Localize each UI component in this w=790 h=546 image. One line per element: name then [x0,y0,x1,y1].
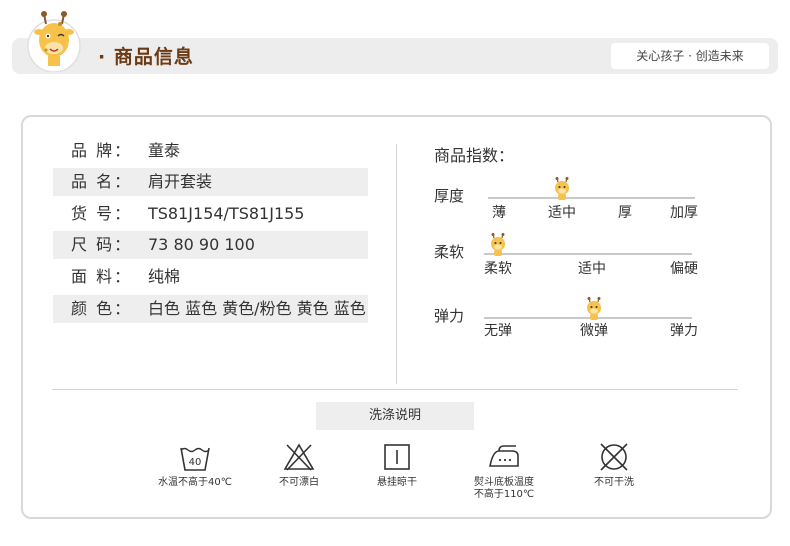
scale-marker-icon [583,297,605,321]
info-value: 白色 蓝色 黄色/粉色 黄色 蓝色 [148,299,366,318]
care-title: 洗涤说明 [316,402,474,430]
info-value: 73 80 90 100 [148,235,255,254]
scale-tick-label: 微弹 [580,323,608,339]
info-row: 品 名： 肩开套装 [53,168,368,196]
care-label: 水温不高于40℃ [158,477,232,488]
care-label: 熨斗底板温度 [474,477,534,488]
scale-marker-icon [487,233,509,257]
section-title: · 商品信息 [98,46,194,68]
scale-label: 厚度 [434,187,465,205]
info-label: 颜 色： [71,299,133,318]
info-label: 品 名： [71,172,133,191]
info-value: 童泰 [148,141,181,160]
iron-icon [487,440,521,474]
info-label: 面 料： [71,267,133,286]
care-label: 不可干洗 [594,477,634,488]
info-value: TS81J154/TS81J155 [148,204,305,223]
hang-dry-icon [380,440,414,474]
scale-label: 弹力 [434,307,465,325]
info-row: 颜 色： 白色 蓝色 黄色/粉色 黄色 蓝色 [53,295,368,323]
no-bleach-icon [282,440,316,474]
scale-track [488,197,695,199]
info-label: 尺 码： [71,235,133,254]
scale-tick-label: 弹力 [670,323,698,339]
scale-tick-label: 薄 [492,205,506,221]
scale-tick-label: 厚 [618,205,632,221]
scale-tick-label: 适中 [578,261,606,277]
no-dry-clean-icon [597,440,631,474]
info-row: 面 料： 纯棉 [53,263,368,291]
info-value: 肩开套装 [148,172,213,191]
scale-tick-label: 适中 [548,205,576,221]
vertical-divider [396,144,397,384]
wash-40-icon: 40 [178,440,212,474]
scale-tick-label: 偏硬 [670,261,698,277]
info-row: 货 号： TS81J154/TS81J155 [53,200,368,228]
care-label: 悬挂晾干 [377,477,417,488]
slogan-badge: 关心孩子 · 创造未来 [611,43,769,69]
scale-tick-label: 柔软 [484,261,512,277]
scale-track [484,253,692,255]
info-label: 品 牌： [71,141,133,160]
scale-tick-label: 无弹 [484,323,512,339]
giraffe-mascot-icon [27,11,81,72]
care-label: 不高于110℃ [473,489,535,500]
care-label: 不可漂白 [279,477,319,488]
scale-marker-icon [551,177,573,201]
scale-label: 柔软 [434,243,465,261]
info-label: 货 号： [71,204,133,223]
index-title: 商品指数： [434,146,515,165]
info-row: 品 牌： 童泰 [53,137,368,165]
horizontal-divider [52,389,738,390]
info-value: 纯棉 [148,267,181,286]
scale-tick-label: 加厚 [670,205,698,221]
info-row: 尺 码： 73 80 90 100 [53,231,368,259]
svg-text:40: 40 [189,457,202,468]
